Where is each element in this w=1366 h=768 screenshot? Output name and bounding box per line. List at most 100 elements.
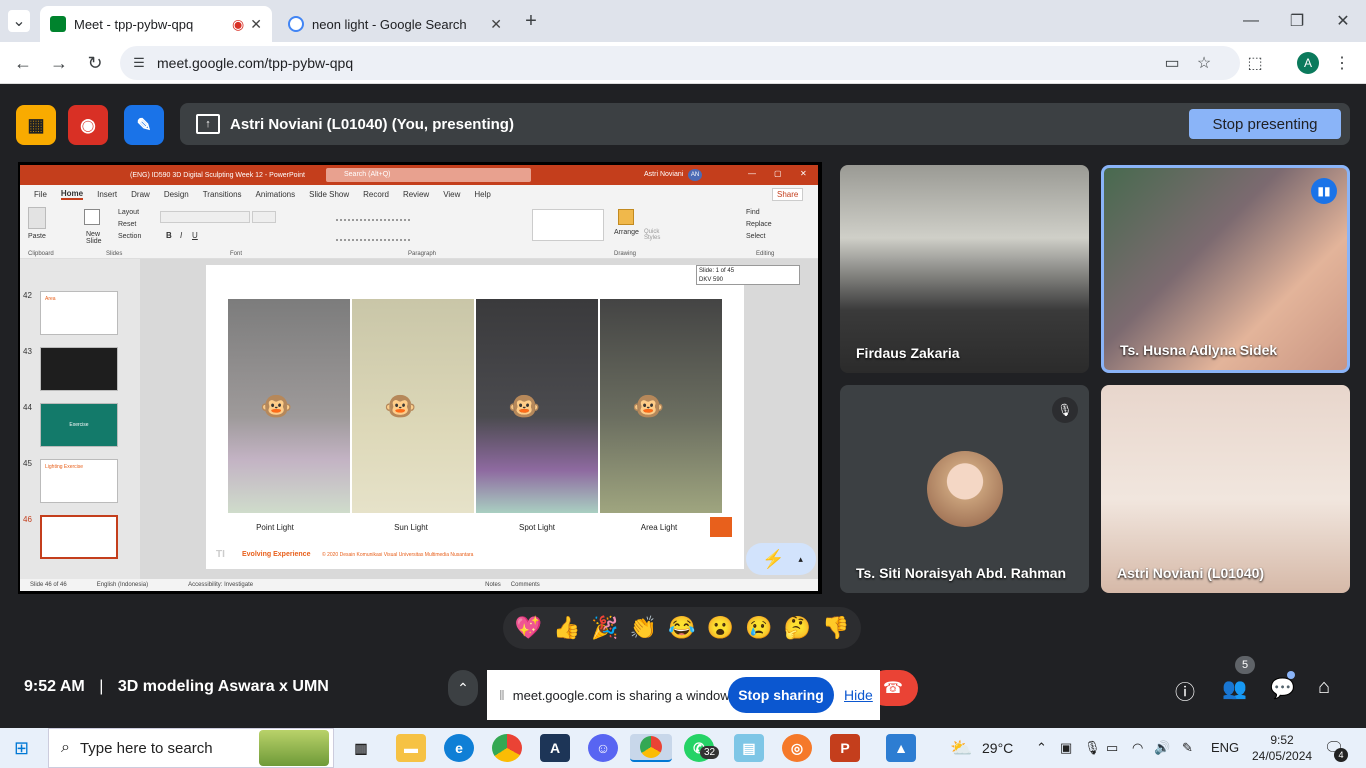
close-window-icon[interactable]: ✕	[1332, 10, 1354, 32]
participant-tile-self[interactable]: Astri Noviani (L01040)	[1101, 385, 1350, 593]
drawing-tools-button[interactable]: ⚡ ▴	[746, 543, 816, 575]
back-icon[interactable]: ←	[12, 52, 34, 74]
reaction-thumbs-up[interactable]: 👍	[553, 615, 580, 641]
participant-tile[interactable]: Firdaus Zakaria	[840, 165, 1089, 373]
tab-google-search[interactable]: neon light - Google Search ✕	[278, 6, 512, 42]
extensions-icon[interactable]: ⬚	[1244, 52, 1266, 74]
blender-icon[interactable]: ◎	[782, 734, 812, 762]
photos-icon[interactable]: ▲	[886, 734, 916, 762]
site-settings-icon[interactable]: ☰	[130, 54, 148, 72]
ppt-restore-icon[interactable]: ▢	[774, 169, 782, 178]
status-comments-button[interactable]: Comments	[511, 582, 540, 588]
profile-avatar[interactable]: A	[1297, 52, 1319, 74]
new-tab-icon[interactable]: +	[520, 10, 542, 32]
tab-meet[interactable]: Meet - tpp-pybw-qpq ◉ ✕	[40, 6, 272, 42]
chrome-active-window-icon[interactable]	[630, 734, 672, 762]
adobe-acrobat-icon[interactable]: A	[540, 734, 570, 762]
quick-styles-label[interactable]: Quick Styles	[644, 229, 666, 241]
underline-icon[interactable]: U	[192, 231, 198, 240]
hide-notification-link[interactable]: Hide	[844, 687, 873, 703]
edge-icon[interactable]: e	[444, 734, 474, 762]
meet-tray-icon[interactable]: ▣	[1060, 740, 1072, 756]
thumbnail-slide-43[interactable]	[40, 347, 118, 391]
people-icon[interactable]: 👥	[1222, 676, 1247, 701]
url-field[interactable]: ☰ meet.google.com/tpp-pybw-qpq ▭ ☆	[120, 46, 1240, 80]
close-icon[interactable]: ✕	[250, 16, 262, 33]
ppt-tab-slideshow[interactable]: Slide Show	[309, 190, 349, 199]
taskbar-search-box[interactable]: ⌕ Type here to search	[48, 728, 334, 768]
thumbnail-slide-44[interactable]: Exercise	[40, 403, 118, 447]
close-icon[interactable]: ✕	[490, 16, 502, 33]
microphone-icon[interactable]: 🎙	[1084, 740, 1101, 756]
file-explorer-icon[interactable]: ▬	[396, 734, 426, 762]
stop-sharing-button[interactable]: Stop sharing	[728, 677, 834, 713]
volume-icon[interactable]: 🔊	[1154, 740, 1170, 756]
paste-icon[interactable]	[28, 207, 46, 229]
meeting-details-icon[interactable]: ⓘ	[1175, 676, 1195, 705]
forward-icon[interactable]: →	[48, 52, 70, 74]
chrome-icon[interactable]	[492, 734, 522, 762]
participant-tile[interactable]: 🎙 Ts. Siti Noraisyah Abd. Rahman	[840, 385, 1089, 593]
new-slide-icon[interactable]	[84, 209, 100, 225]
ppt-minimize-icon[interactable]: —	[748, 169, 756, 178]
ppt-close-icon[interactable]: ✕	[800, 169, 807, 178]
ppt-tab-help[interactable]: Help	[474, 190, 490, 199]
ppt-tab-file[interactable]: File	[34, 190, 47, 199]
italic-icon[interactable]: I	[180, 231, 182, 240]
language-indicator[interactable]: ENG	[1211, 740, 1239, 755]
ppt-share-button[interactable]: Share	[772, 188, 804, 201]
reaction-sad[interactable]: 😢	[745, 615, 772, 641]
replace-button[interactable]: Replace	[746, 221, 772, 228]
reaction-clap[interactable]: 👏	[630, 615, 657, 641]
bookmark-star-icon[interactable]: ☆	[1194, 54, 1214, 72]
bold-icon[interactable]: B	[166, 231, 172, 240]
thumbnail-slide-45[interactable]: Lighting Exercise	[40, 459, 118, 503]
reload-icon[interactable]: ↻	[84, 52, 106, 74]
thumbnail-slide-42[interactable]: Area	[40, 291, 118, 335]
minimize-icon[interactable]: —	[1240, 10, 1262, 32]
reaction-thumbs-down[interactable]: 👎	[822, 615, 849, 641]
ppt-tab-draw[interactable]: Draw	[131, 190, 150, 199]
drag-handle-icon[interactable]: ‖	[499, 687, 505, 703]
ppt-tab-home[interactable]: Home	[60, 189, 84, 200]
browser-menu-icon[interactable]: ⋮	[1334, 52, 1350, 74]
reset-button[interactable]: Reset	[118, 221, 136, 228]
windows-start-icon[interactable]: ⊞	[14, 738, 29, 759]
ppt-tab-insert[interactable]: Insert	[97, 190, 117, 199]
pen-icon[interactable]: ✎	[1182, 740, 1193, 756]
select-button[interactable]: Select	[746, 233, 765, 240]
arrange-icon[interactable]	[618, 209, 634, 225]
stop-presenting-button[interactable]: Stop presenting	[1189, 109, 1341, 139]
ppt-tab-record[interactable]: Record	[363, 190, 389, 199]
discord-icon[interactable]: ☺	[588, 734, 618, 762]
ppt-search-box[interactable]: Search (Alt+Q)	[326, 168, 531, 182]
ppt-tab-animations[interactable]: Animations	[256, 190, 296, 199]
powerpoint-icon[interactable]: P	[830, 734, 860, 762]
chat-icon[interactable]: 💬	[1270, 676, 1295, 701]
status-notes-button[interactable]: Notes	[485, 582, 501, 588]
section-button[interactable]: Section	[118, 233, 141, 240]
bullet-list-icons[interactable]	[336, 211, 410, 221]
status-language[interactable]: English (Indonesia)	[97, 582, 148, 588]
find-button[interactable]: Find	[746, 209, 760, 216]
participant-tile-active-speaker[interactable]: ▮▮ Ts. Husna Adlyna Sidek	[1101, 165, 1350, 373]
recording-control-icon[interactable]: ◉	[68, 105, 108, 145]
reaction-heart[interactable]: 💖	[515, 615, 542, 641]
thumbnail-slide-46-selected[interactable]	[40, 515, 118, 559]
ppt-tab-design[interactable]: Design	[164, 190, 189, 199]
layout-button[interactable]: Layout	[118, 209, 139, 216]
reaction-laugh[interactable]: 😂	[668, 615, 695, 641]
whiteboard-icon[interactable]: ✎	[124, 105, 164, 145]
battery-icon[interactable]: ▭	[1106, 740, 1118, 756]
stop-captions-icon[interactable]: ▦	[16, 105, 56, 145]
camera-icon[interactable]: ▭	[1162, 54, 1182, 72]
task-view-icon[interactable]: ▥	[346, 734, 376, 762]
alignment-icons[interactable]	[336, 231, 410, 241]
ppt-tab-transitions[interactable]: Transitions	[203, 190, 242, 199]
ppt-tab-view[interactable]: View	[443, 190, 460, 199]
restore-icon[interactable]: ❐	[1286, 10, 1308, 32]
status-accessibility[interactable]: Accessibility: Investigate	[188, 582, 253, 588]
reaction-thinking[interactable]: 🤔	[784, 615, 811, 641]
temperature[interactable]: 29°C	[982, 740, 1013, 756]
taskbar-clock[interactable]: 9:52 24/05/2024	[1252, 732, 1312, 764]
